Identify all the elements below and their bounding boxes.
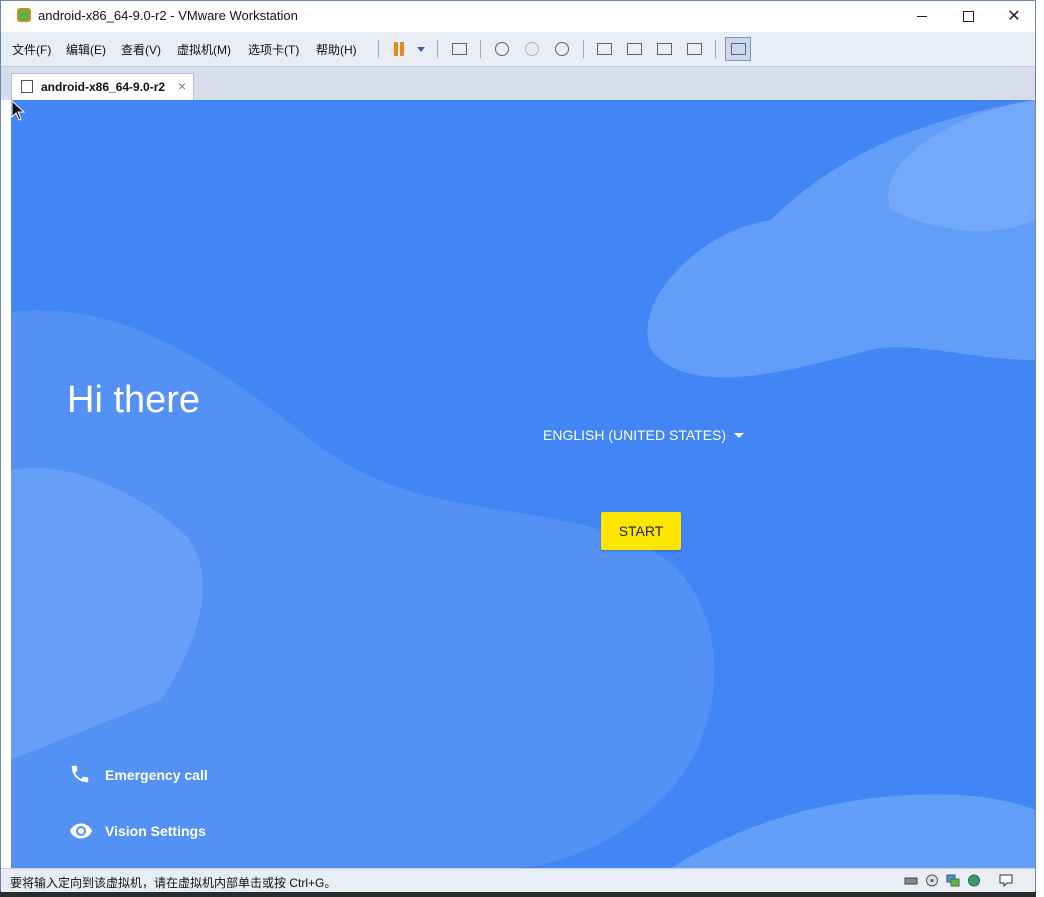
console-icon[interactable] [624,39,644,59]
message-log-icon[interactable] [999,874,1013,887]
menu-vm[interactable]: 虚拟机(M) [177,41,231,58]
desktop-background-right [1036,0,1044,897]
title-bar[interactable]: android-x86_64-9.0-r2 - VMware Workstati… [1,1,1035,32]
toolbar-separator [378,40,379,58]
vmware-app-icon [17,8,31,22]
menu-tabs[interactable]: 选项卡(T) [248,41,299,58]
toolbar-separator [583,40,584,58]
pause-icon[interactable] [389,39,409,59]
menu-edit[interactable]: 编辑(E) [66,41,106,58]
vm-tab-icon [21,80,33,93]
network-adapter-icon[interactable] [946,874,960,887]
minimize-icon [917,16,927,17]
android-screen[interactable]: Hi there ENGLISH (UNITED STATES) START E… [11,100,1035,868]
toolbar-separator [715,40,716,58]
background-waves [11,100,1035,868]
menu-view[interactable]: 查看(V) [121,41,161,58]
snapshot-manager-icon[interactable] [552,39,572,59]
language-selector[interactable]: ENGLISH (UNITED STATES) [543,427,745,443]
hard-disk-icon[interactable] [904,874,918,887]
snapshot-take-icon[interactable] [492,39,512,59]
menu-toolbar: 文件(F) 编辑(E) 查看(V) 虚拟机(M) 选项卡(T) 帮助(H) [1,32,1035,67]
unity-icon[interactable] [684,39,704,59]
mouse-cursor-icon [11,100,26,121]
tab-vm[interactable]: android-x86_64-9.0-r2 × [11,73,194,100]
snapshot-revert-icon[interactable] [522,39,542,59]
greeting-title: Hi there [67,379,201,421]
dropdown-caret-icon [734,432,745,438]
menu-help[interactable]: 帮助(H) [316,41,357,58]
close-icon: ✕ [1007,7,1021,25]
menu-file[interactable]: 文件(F) [12,41,51,58]
cd-drive-icon[interactable] [925,874,939,887]
language-label: ENGLISH (UNITED STATES) [543,427,727,443]
vmware-window: android-x86_64-9.0-r2 - VMware Workstati… [0,0,1036,892]
fullscreen-icon[interactable] [654,39,674,59]
emergency-call-label: Emergency call [105,767,208,783]
vision-settings-label: Vision Settings [105,823,206,839]
minimize-button[interactable] [899,1,945,32]
status-bar: 要将输入定向到该虚拟机，请在虚拟机内部单击或按 Ctrl+G。 [1,868,1035,892]
window-title: android-x86_64-9.0-r2 - VMware Workstati… [38,8,298,23]
emergency-call-button[interactable]: Emergency call [69,763,208,787]
close-button[interactable]: ✕ [991,1,1037,32]
maximize-icon [962,11,974,22]
sound-card-icon[interactable] [967,874,981,887]
eye-icon [69,819,93,843]
tab-label: android-x86_64-9.0-r2 [41,80,166,94]
phone-icon [69,763,93,787]
library-icon[interactable] [594,39,614,59]
thumbnail-icon[interactable] [725,37,751,61]
toolbar-separator [480,40,481,58]
vision-settings-button[interactable]: Vision Settings [69,819,206,843]
dropdown-icon[interactable] [411,39,431,59]
tab-strip: android-x86_64-9.0-r2 × [1,67,1035,100]
start-button[interactable]: START [601,512,681,550]
maximize-button[interactable] [945,1,991,32]
tab-close-icon[interactable]: × [178,78,186,94]
send-keys-icon[interactable] [449,39,469,59]
status-message: 要将输入定向到该虚拟机，请在虚拟机内部单击或按 Ctrl+G。 [10,876,337,890]
toolbar-separator [437,40,438,58]
